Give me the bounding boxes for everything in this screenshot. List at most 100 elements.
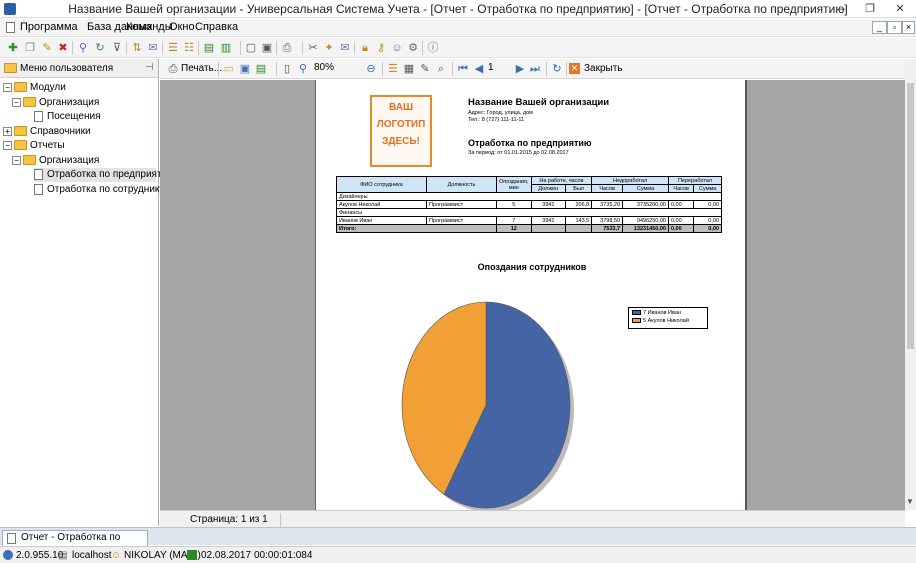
- print-button[interactable]: Печать...: [181, 63, 222, 74]
- collapse-icon[interactable]: ☷: [182, 41, 196, 55]
- status-bar: 2.0.955.10 ▤ localhost ☺ NIKOLAY (MAIN) …: [0, 546, 916, 563]
- pin-icon[interactable]: ⊣: [145, 62, 154, 73]
- menu-program[interactable]: Программа: [20, 21, 78, 33]
- add-icon[interactable]: ✚: [6, 41, 20, 55]
- first-page-icon[interactable]: ⏮: [456, 62, 470, 76]
- tree-item-visits[interactable]: Посещения: [34, 110, 101, 124]
- close-report-button[interactable]: Закрыть: [584, 63, 623, 74]
- tree-item-enterprise-report[interactable]: Отработка по предприятию: [34, 168, 175, 182]
- open-icon[interactable]: ▭: [222, 62, 236, 76]
- last-page-icon[interactable]: ⏭: [528, 62, 542, 76]
- minimize-button[interactable]: –: [828, 0, 856, 18]
- expand-icon[interactable]: ☰: [166, 41, 180, 55]
- calendar-icon: [187, 550, 197, 560]
- col-late: Опоздания, мин: [496, 176, 532, 193]
- folder-icon: [14, 82, 27, 93]
- folder-icon: [23, 155, 36, 166]
- tree-item-modules[interactable]: − Модули: [3, 81, 66, 95]
- save-icon[interactable]: ▣: [238, 62, 252, 76]
- window2-icon[interactable]: ▣: [260, 41, 274, 55]
- copy-icon[interactable]: ❐: [23, 41, 37, 55]
- window-icon[interactable]: ▢: [244, 41, 258, 55]
- scroll-thumb[interactable]: [907, 83, 914, 349]
- zoom-out-icon[interactable]: ⊖: [364, 62, 378, 76]
- key-icon[interactable]: ⚷: [374, 41, 388, 55]
- thumbnails-icon[interactable]: ▦: [402, 62, 416, 76]
- window-title: Название Вашей организации - Универсальн…: [68, 2, 848, 16]
- timer-label: 00:00:01:084: [254, 550, 313, 561]
- tab-enterprise-report[interactable]: Отчет - Отработка по предприятию: [2, 530, 148, 557]
- vertical-scrollbar[interactable]: ▼: [905, 59, 916, 510]
- tree-item-organization[interactable]: − Организация: [12, 96, 99, 110]
- printer-icon[interactable]: ⎙: [166, 62, 180, 76]
- collapse-toggle-icon[interactable]: −: [12, 155, 21, 165]
- legend-item: 7 Иванов Иван: [632, 310, 704, 318]
- refresh-icon[interactable]: ↻: [550, 62, 564, 76]
- col-under-hours: Часов: [591, 184, 624, 193]
- expand-toggle-icon[interactable]: +: [3, 126, 12, 136]
- menu-help[interactable]: Справка: [195, 21, 238, 33]
- legend-swatch: [632, 310, 641, 316]
- mail-icon[interactable]: ✉: [338, 41, 352, 55]
- lock-icon[interactable]: 🔒︎: [358, 41, 372, 55]
- prev-page-icon[interactable]: ◀: [472, 62, 486, 76]
- sort-icon[interactable]: ⇅: [130, 41, 144, 55]
- export-icon[interactable]: ▤: [202, 41, 216, 55]
- zoom-field[interactable]: 80%: [312, 62, 362, 76]
- close-report-icon[interactable]: ✕: [569, 63, 580, 74]
- restore-button[interactable]: ❐: [856, 0, 884, 18]
- outline-icon[interactable]: ☰: [386, 62, 400, 76]
- report-title: Отработка по предприятию: [468, 138, 592, 148]
- col-position: Должность: [426, 176, 497, 193]
- page-setup-icon[interactable]: ▯: [280, 62, 294, 76]
- export-icon[interactable]: ▤: [254, 62, 268, 76]
- date-label: 02.08.2017: [201, 550, 252, 561]
- document-icon: [34, 183, 43, 195]
- edit-report-icon[interactable]: ✎: [418, 62, 432, 76]
- comment-icon[interactable]: ✉: [146, 41, 160, 55]
- total-row: Итого: 12 7533,7 13231450,00 0,00 0,00: [336, 224, 722, 233]
- org-address: Адрес: Город, улица, дом: [468, 110, 533, 116]
- search-icon[interactable]: ⚲: [76, 41, 90, 55]
- menu-commands[interactable]: Команды: [126, 21, 173, 33]
- next-page-icon[interactable]: ▶: [513, 62, 527, 76]
- edit-icon[interactable]: ✎: [40, 41, 54, 55]
- filter-icon[interactable]: ⊽: [110, 41, 124, 55]
- close-button[interactable]: ✕: [886, 0, 914, 18]
- wand-icon[interactable]: ✦: [322, 41, 336, 55]
- report-toolbar: ⎙ Печать... ▭ ▣ ▤ ▯ ⚲ 80% ⊖ ☰ ▦ ✎ ⌕ ⏮ ◀ …: [160, 59, 905, 79]
- server-icon: ▤: [58, 550, 68, 561]
- users-icon[interactable]: ☺: [390, 41, 404, 55]
- page-number-field[interactable]: 1: [488, 62, 512, 76]
- chart-legend: 7 Иванов Иван 5 Акулов Николай: [628, 307, 708, 329]
- user-menu-header: Меню пользователя ⊣: [0, 59, 158, 78]
- import-icon[interactable]: ▥: [219, 41, 233, 55]
- collapse-toggle-icon[interactable]: −: [3, 82, 12, 92]
- print-setup-icon[interactable]: ⎙: [280, 41, 294, 55]
- folder-icon: [23, 97, 36, 108]
- scroll-down-icon[interactable]: ▼: [906, 497, 914, 506]
- title-bar: Название Вашей организации - Универсальн…: [0, 0, 916, 18]
- tree-item-reports-organization[interactable]: − Организация: [12, 154, 99, 168]
- info-icon[interactable]: ⓘ: [426, 41, 440, 55]
- menu-window[interactable]: Окно: [169, 21, 195, 33]
- mdi-close-button[interactable]: ×: [902, 21, 915, 34]
- version-icon: [3, 550, 13, 560]
- chart-title: Опоздания сотрудников: [477, 262, 587, 272]
- tree-item-employee-report[interactable]: Отработка по сотруднику: [34, 183, 164, 197]
- zoom-icon[interactable]: ⚲: [296, 62, 310, 76]
- collapse-toggle-icon[interactable]: −: [12, 97, 21, 107]
- mdi-restore-button[interactable]: ▫: [887, 21, 902, 34]
- delete-icon[interactable]: ✖: [56, 41, 70, 55]
- mdi-minimize-button[interactable]: _: [872, 21, 887, 34]
- refresh-icon[interactable]: ↻: [93, 41, 107, 55]
- collapse-toggle-icon[interactable]: −: [3, 140, 12, 150]
- tree-item-directories[interactable]: + Справочники: [3, 125, 91, 139]
- document-icon: [7, 533, 16, 544]
- tools-icon[interactable]: ✂: [306, 41, 320, 55]
- report-viewport[interactable]: ВАШ ЛОГОТИП ЗДЕСЬ! Название Вашей органи…: [160, 80, 905, 510]
- settings-icon[interactable]: ⚙: [406, 41, 420, 55]
- find-icon[interactable]: ⌕: [434, 62, 448, 76]
- document-icon[interactable]: [6, 22, 15, 33]
- tree-item-reports[interactable]: − Отчеты: [3, 139, 65, 153]
